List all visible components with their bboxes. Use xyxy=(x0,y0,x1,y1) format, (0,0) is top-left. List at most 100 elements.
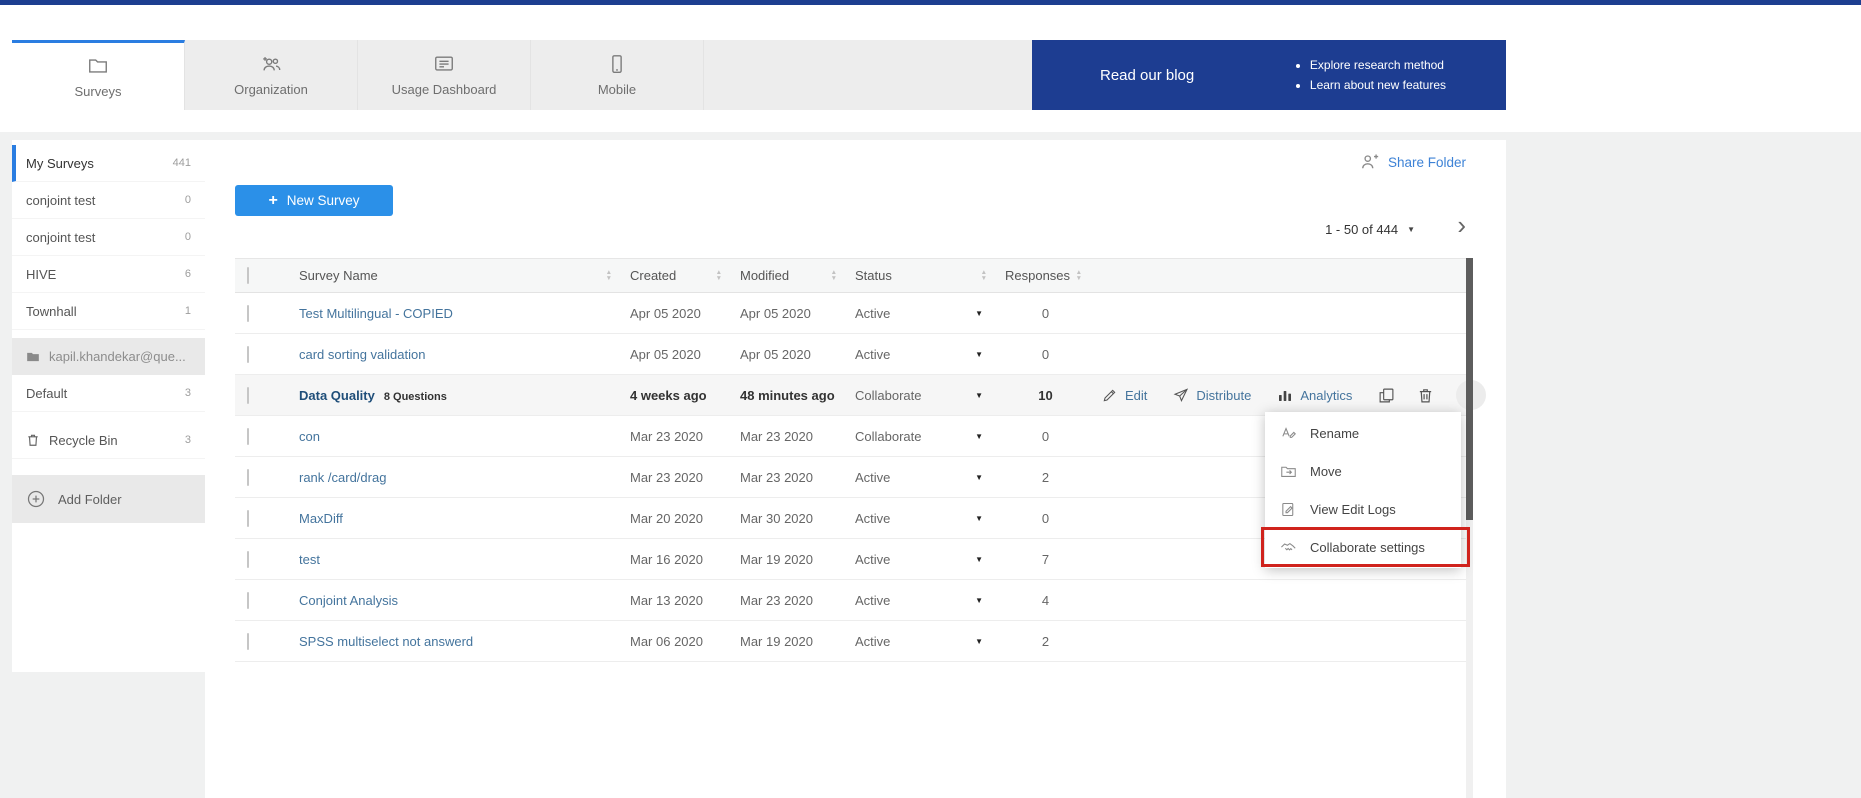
row-checkbox[interactable] xyxy=(247,346,249,363)
handshake-icon xyxy=(1280,539,1297,556)
header-label: Modified xyxy=(740,268,789,283)
table-row: Conjoint Analysis Mar 13 2020 Mar 23 202… xyxy=(235,580,1473,621)
modified-cell: Mar 23 2020 xyxy=(740,470,855,485)
share-folder-button[interactable]: Share Folder xyxy=(1359,152,1466,172)
tab-usage-dashboard[interactable]: Usage Dashboard xyxy=(358,40,531,110)
distribute-button[interactable]: Distribute xyxy=(1173,387,1251,403)
modified-cell: Apr 05 2020 xyxy=(740,306,855,321)
sidebar-item-conjoint-test-2[interactable]: conjoint test 0 xyxy=(12,219,205,256)
survey-name-link[interactable]: Conjoint Analysis xyxy=(299,593,398,608)
row-checkbox[interactable] xyxy=(247,469,249,486)
menu-item-move[interactable]: Move xyxy=(1265,452,1461,490)
status-dropdown-caret[interactable]: ▼ xyxy=(975,432,983,441)
status-cell: Active ▼ xyxy=(855,470,1005,485)
header-modified[interactable]: Modified ▲▼ xyxy=(740,268,855,283)
row-checkbox[interactable] xyxy=(247,551,249,568)
sidebar-item-default[interactable]: Default 3 xyxy=(12,375,205,412)
survey-name-link[interactable]: card sorting validation xyxy=(299,347,425,362)
row-actions: Edit Distribute Analytics xyxy=(1100,375,1500,415)
row-checkbox[interactable] xyxy=(247,428,249,445)
table-scrollbar-track[interactable] xyxy=(1466,258,1473,798)
status-cell: Active ▼ xyxy=(855,347,1005,362)
blog-banner[interactable]: Read our blog Explore research method Le… xyxy=(1032,40,1506,110)
pagination-dropdown[interactable]: 1 - 50 of 444 ▼ xyxy=(1325,222,1415,237)
analytics-button[interactable]: Analytics xyxy=(1277,387,1352,403)
select-all-checkbox[interactable] xyxy=(247,267,249,284)
tab-label: Organization xyxy=(234,82,308,97)
status-dropdown-caret[interactable]: ▼ xyxy=(975,637,983,646)
header-label: Responses xyxy=(1005,268,1070,283)
survey-name-link[interactable]: MaxDiff xyxy=(299,511,343,526)
survey-name-link[interactable]: con xyxy=(299,429,320,444)
folder-count: 3 xyxy=(185,387,191,399)
created-cell: 4 weeks ago xyxy=(630,388,740,403)
sort-icon[interactable]: ▲▼ xyxy=(1076,270,1082,282)
menu-item-view-edit-logs[interactable]: View Edit Logs xyxy=(1265,490,1461,528)
status-dropdown-caret[interactable]: ▼ xyxy=(975,596,983,605)
distribute-label: Distribute xyxy=(1196,388,1251,403)
status-label: Active xyxy=(855,511,890,526)
survey-name-link[interactable]: SPSS multiselect not answerd xyxy=(299,634,473,649)
move-folder-icon xyxy=(1280,463,1297,480)
bar-chart-icon xyxy=(1277,387,1293,403)
sort-icon[interactable]: ▲▼ xyxy=(831,270,837,282)
row-checkbox[interactable] xyxy=(247,387,249,404)
tab-surveys[interactable]: Surveys xyxy=(12,40,185,110)
sidebar-item-my-surveys[interactable]: My Surveys 441 xyxy=(12,145,205,182)
status-dropdown-caret[interactable]: ▼ xyxy=(975,309,983,318)
header-responses[interactable]: Responses ▲▼ xyxy=(1005,268,1100,283)
share-folder-label: Share Folder xyxy=(1388,155,1466,170)
sidebar-item-shared-folder[interactable]: kapil.khandekar@que... xyxy=(12,338,205,375)
survey-name-link[interactable]: Test Multilingual - COPIED xyxy=(299,306,453,321)
status-cell: Active ▼ xyxy=(855,593,1005,608)
new-survey-button[interactable]: + New Survey xyxy=(235,185,393,216)
status-dropdown-caret[interactable]: ▼ xyxy=(975,555,983,564)
folder-label: conjoint test xyxy=(26,230,95,245)
header-created[interactable]: Created ▲▼ xyxy=(630,268,740,283)
delete-icon[interactable] xyxy=(1417,387,1434,404)
status-cell: Collaborate ▼ xyxy=(855,429,1005,444)
pencil-icon xyxy=(1102,387,1118,403)
sidebar-item-hive[interactable]: HIVE 6 xyxy=(12,256,205,293)
status-dropdown-caret[interactable]: ▼ xyxy=(975,514,983,523)
row-checkbox[interactable] xyxy=(247,305,249,322)
tab-mobile[interactable]: Mobile xyxy=(531,40,704,110)
sidebar-item-conjoint-test-1[interactable]: conjoint test 0 xyxy=(12,182,205,219)
header-survey-name[interactable]: Survey Name ▲▼ xyxy=(299,268,630,283)
row-checkbox[interactable] xyxy=(247,592,249,609)
menu-item-collaborate-settings[interactable]: Collaborate settings xyxy=(1265,528,1461,566)
survey-name-link[interactable]: Data Quality xyxy=(299,388,375,403)
status-dropdown-caret[interactable]: ▼ xyxy=(975,391,983,400)
edit-label: Edit xyxy=(1125,388,1147,403)
responses-cell: 0 xyxy=(1005,306,1100,321)
created-cell: Apr 05 2020 xyxy=(630,347,740,362)
add-folder-button[interactable]: Add Folder xyxy=(12,475,205,523)
edit-button[interactable]: Edit xyxy=(1102,387,1147,403)
modified-cell: Mar 23 2020 xyxy=(740,593,855,608)
send-icon xyxy=(1173,387,1189,403)
sort-icon[interactable]: ▲▼ xyxy=(606,270,612,282)
status-label: Active xyxy=(855,470,890,485)
sidebar-item-recycle-bin[interactable]: Recycle Bin 3 xyxy=(12,422,205,459)
created-cell: Mar 23 2020 xyxy=(630,470,740,485)
status-label: Active xyxy=(855,634,890,649)
table-scrollbar-thumb[interactable] xyxy=(1466,258,1473,520)
modified-cell: Mar 19 2020 xyxy=(740,552,855,567)
status-dropdown-caret[interactable]: ▼ xyxy=(975,473,983,482)
status-dropdown-caret[interactable]: ▼ xyxy=(975,350,983,359)
survey-name-link[interactable]: test xyxy=(299,552,320,567)
folder-label: kapil.khandekar@que... xyxy=(49,349,186,364)
sidebar-item-townhall[interactable]: Townhall 1 xyxy=(12,293,205,330)
blog-banner-title: Read our blog xyxy=(1100,67,1194,84)
header-status[interactable]: Status ▲▼ xyxy=(855,268,1005,283)
row-checkbox[interactable] xyxy=(247,510,249,527)
sort-icon[interactable]: ▲▼ xyxy=(716,270,722,282)
menu-item-rename[interactable]: Rename xyxy=(1265,414,1461,452)
next-page-button[interactable]: › xyxy=(1457,212,1466,238)
tab-organization[interactable]: Organization xyxy=(185,40,358,110)
row-checkbox[interactable] xyxy=(247,633,249,650)
sort-icon[interactable]: ▲▼ xyxy=(981,270,987,282)
survey-name-link[interactable]: rank /card/drag xyxy=(299,470,386,485)
folder-count: 0 xyxy=(185,194,191,206)
copy-icon[interactable] xyxy=(1378,387,1395,404)
